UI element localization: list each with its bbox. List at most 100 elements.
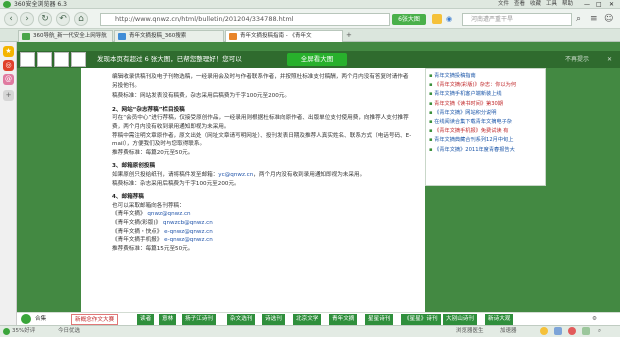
daily-pick-text[interactable]: 今日优选 [58, 326, 80, 337]
menu-tools[interactable]: 工具 [546, 0, 557, 9]
email-link[interactable]: e-qnwz@qnwz.cn [164, 229, 213, 235]
menu-icon[interactable]: ≡ [590, 13, 598, 25]
email-link[interactable]: yc@qnwz.cn [218, 172, 253, 178]
related-link[interactable]: 《青年文摘》2011年度青春报告大 [429, 146, 542, 155]
rate-text: 推荐费标准：每篇20元至50元。 [112, 149, 194, 156]
tab-label: 青年文摘投稿_360搜索 [129, 33, 187, 39]
tab-label: 青年文摘投稿指南 - 《青年文 [240, 33, 312, 39]
email-link[interactable]: e-qnwz@qnwz.cn [164, 237, 213, 243]
home-icon[interactable]: ⌂ [74, 12, 88, 26]
address-bar[interactable]: http://www.qnwz.cn/html/bulletin/201204/… [100, 13, 390, 26]
search-engine-icon[interactable]: ◉ [446, 14, 458, 24]
related-link[interactable]: 青年文摘投稿指南 [429, 72, 542, 81]
status-bar: 35%好评 今日优选 浏览器医生 加速器 ⌕ [0, 325, 620, 337]
rate-text: 推荐费标准：每篇15元至50元。 [112, 245, 194, 252]
new-tab-icon[interactable]: + [346, 30, 352, 41]
alert-icon[interactable] [568, 327, 576, 335]
section-paragraph: 可在“会员中心”进行荐稿，仅接受原创作品，一经录用则根据杜标准向原作者、出版单位… [112, 115, 409, 130]
intro-paragraph: 编辑收录供稿刊及电子刊物选稿，一经录用会及时与作者联系作者，并按照杜标准支付稿酬… [112, 74, 409, 89]
settings-icon[interactable]: ⚙ [592, 313, 597, 325]
related-link[interactable]: 《青年文摘》网站积分说明 [429, 109, 542, 118]
tab-qnwz[interactable]: 青年文摘投稿指南 - 《青年文 [225, 30, 343, 42]
notification-close-icon[interactable]: ✕ [607, 51, 612, 68]
thumbnail-image[interactable] [37, 52, 52, 67]
zoom-icon[interactable]: ⌕ [598, 326, 601, 337]
url-text: http://www.qnwz.cn/html/bulletin/201204/… [115, 15, 294, 23]
menu-favorites[interactable]: 收藏 [530, 0, 541, 9]
email-icon[interactable]: @ [3, 74, 14, 85]
thumbnail-image[interactable] [20, 52, 35, 67]
section-heading: 3、邮箱原创投稿 [112, 163, 156, 170]
tab-360-nav[interactable]: 360导航_新一代安全上网导航 [18, 30, 113, 42]
share-icon[interactable] [21, 314, 31, 324]
thumbnail-image[interactable] [71, 52, 86, 67]
notification-message: 发现本页有超过 6 张大图，已帮您整理好！您可以 [97, 55, 242, 63]
bottom-link[interactable]: 新概念作文大赛 [71, 314, 119, 325]
related-link[interactable]: 《青年文摘手机报》免费试读 有 [429, 127, 542, 136]
fullscreen-images-button[interactable]: 全屏看大图 [287, 53, 347, 66]
related-link[interactable]: 青年文摘典藏合刊系列12月中旬上 [429, 136, 542, 145]
related-link[interactable]: 青年文摘手机客户端新装上线 [429, 90, 542, 99]
refresh-icon[interactable]: ↻ [38, 12, 52, 26]
back-icon[interactable]: ‹ [4, 12, 18, 26]
minimize-icon[interactable]: — [584, 0, 590, 9]
bottom-link[interactable]: 星星诗刊 [365, 314, 394, 325]
email-row: 《青年文摘》 qnwz@qnwz.cn [112, 211, 191, 218]
tab-label: 360导航_新一代安全上网导航 [33, 33, 107, 39]
bottom-link[interactable]: 扬子江诗刊 [182, 314, 216, 325]
related-links-list: 青年文摘投稿指南 《青年文摘(彩版)》杂志：你以为何 青年文摘手机客户端新装上线… [425, 68, 546, 186]
close-icon[interactable]: ✕ [609, 0, 614, 9]
rating-icon [3, 328, 10, 335]
related-link[interactable]: 《青年文摘(彩版)》杂志：你以为何 [429, 81, 542, 90]
section-paragraph: 也可以采取邮箱向各刊荐稿： [112, 202, 185, 209]
bottom-link[interactable]: 北京文学 [293, 314, 322, 325]
dismiss-link[interactable]: 不再提示 [565, 51, 589, 68]
thumbnail-image[interactable] [54, 52, 69, 67]
favorites-star-icon[interactable]: ★ [3, 46, 14, 57]
weibo-icon[interactable]: ◎ [3, 60, 14, 71]
rating-text: 35%好评 [12, 328, 36, 334]
email-link[interactable]: qnwz@qnwz.cn [147, 211, 190, 217]
accelerator-text[interactable]: 加速器 [500, 326, 517, 337]
star-icon[interactable] [432, 14, 442, 24]
bottom-link[interactable]: 青年文摘 [329, 314, 358, 325]
menu-help[interactable]: 帮助 [562, 0, 573, 9]
bottom-link[interactable]: 读者 [137, 314, 155, 325]
large-images-button[interactable]: 6张大图 [392, 14, 426, 25]
tab-bar: 360导航_新一代安全上网导航 青年文摘投稿_360搜索 青年文摘投稿指南 - … [0, 29, 620, 42]
section-heading: 2、网站“杂志荐稿”栏目投稿 [112, 106, 185, 113]
search-icon[interactable]: ⌕ [576, 13, 581, 25]
sidebar-add-icon[interactable]: + [3, 90, 14, 101]
email-row: 《青年文摘手机报》 e-qnwz@qnwz.cn [112, 237, 213, 244]
window-title: 360安全浏览器 6.3 [14, 1, 67, 8]
tab-favicon-icon [229, 33, 237, 40]
tab-search[interactable]: 青年文摘投稿_360搜索 [114, 30, 224, 42]
menu-view[interactable]: 查看 [514, 0, 525, 9]
status-icon[interactable] [540, 327, 548, 335]
download-icon[interactable] [554, 327, 562, 335]
article-content: 编辑收录供稿刊及电子刊物选稿，一经录用会及时与作者联系作者，并按照杜标准支付稿酬… [81, 68, 425, 312]
tab-favicon-icon [22, 33, 30, 40]
bottom-link[interactable]: 新诗大观 [485, 314, 514, 325]
bottom-link[interactable]: 大别山诗刊 [443, 314, 477, 325]
forward-icon[interactable]: › [20, 12, 34, 26]
email-link[interactable]: qnwzcb@qnwz.cn [163, 220, 213, 226]
search-input[interactable]: 河南遭严重干旱 [462, 13, 572, 26]
collection-label[interactable]: 合集 [35, 313, 46, 325]
bottom-link[interactable]: 诗选刊 [262, 314, 285, 325]
menu-file[interactable]: 文件 [498, 0, 509, 9]
bottom-link[interactable]: 意林 [159, 314, 177, 325]
browser-logo-icon [3, 1, 11, 8]
section-paragraph: 如果原创只投给纸刊，请将稿件发至邮箱：yc@qnwz.cn，两个月内没有收到录用… [112, 171, 366, 178]
user-icon[interactable]: ☺ [604, 13, 613, 25]
sound-icon[interactable] [582, 327, 590, 335]
email-row: 《青年文摘(彩版)》 qnwzcb@qnwz.cn [112, 219, 213, 226]
bottom-link-bar: 合集 新概念作文大赛 读者 意林 扬子江诗刊 杂文选刊 诗选刊 北京文学 青年文… [17, 312, 620, 325]
related-link[interactable]: 在线阅读合集下载青年文摘电子杂 [429, 118, 542, 127]
related-link[interactable]: 青年文摘《读书时间》第30期 [429, 100, 542, 109]
maximize-icon[interactable]: □ [596, 0, 602, 9]
bottom-link[interactable]: 杂文选刊 [227, 314, 256, 325]
bottom-link[interactable]: 《星星》诗刊 [401, 314, 441, 325]
browser-doctor-text[interactable]: 浏览器医生 [456, 326, 484, 337]
undo-icon[interactable]: ↶ [56, 12, 70, 26]
